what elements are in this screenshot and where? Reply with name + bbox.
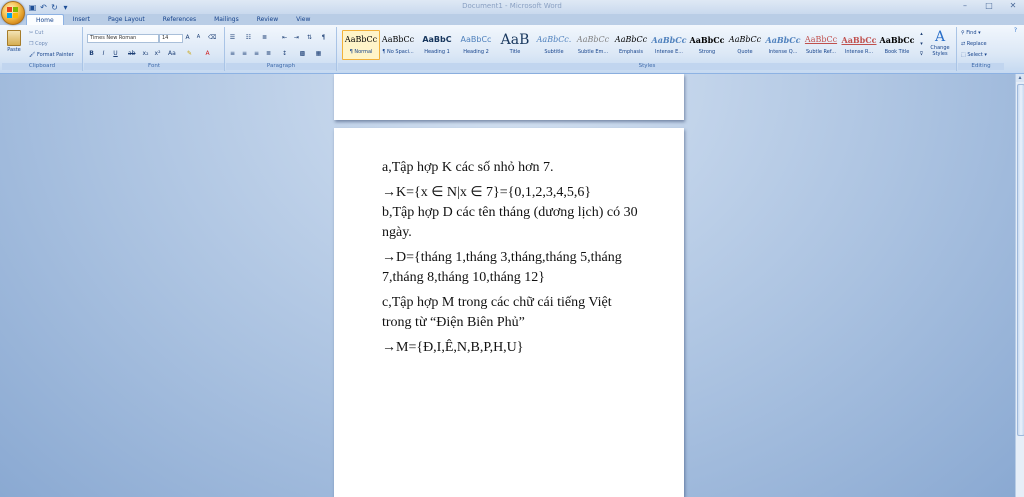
style-intense-quote[interactable]: AaBbCc Intense Q... (765, 31, 801, 59)
scroll-up-icon[interactable]: ▴ (1016, 74, 1024, 82)
style-heading-1[interactable]: AaBbC Heading 1 (419, 31, 455, 59)
paragraph-d-set: →D={tháng 1,tháng 3,tháng,tháng 5,tháng … (382, 250, 622, 285)
tab-insert[interactable]: Insert (64, 14, 99, 25)
clear-formatting-icon[interactable]: ⌫ (208, 34, 216, 41)
window-controls: – □ ✕ (960, 1, 1018, 11)
cut-button[interactable]: ✂ Cut (29, 30, 43, 36)
tab-references[interactable]: References (154, 14, 205, 25)
ribbon: Paste ✂ Cut ❐ Copy 🖌 Format Painter Clip… (0, 25, 1024, 74)
line-spacing-icon[interactable]: ↕ (281, 50, 288, 57)
style-quote[interactable]: AaBbCc Quote (727, 31, 763, 59)
tab-page-layout[interactable]: Page Layout (99, 14, 154, 25)
paragraph-k-set: →K={x ∈ N|x ∈ 7}={0,1,2,3,4,5,6} (382, 185, 592, 200)
select-button[interactable]: ⬚ Select ▾ (961, 52, 987, 58)
paragraph-b: b,Tập hợp D các tên tháng (dương lịch) c… (382, 205, 638, 240)
maximize-button[interactable]: □ (984, 1, 994, 11)
tab-review[interactable]: Review (248, 14, 287, 25)
paragraph-a: a,Tập hợp K các số nhỏ hơn 7. (382, 160, 554, 175)
paste-icon (7, 30, 21, 46)
superscript-icon[interactable]: x² (154, 50, 161, 57)
change-styles-icon: A (934, 29, 946, 45)
italic-icon[interactable]: I (100, 50, 107, 57)
change-styles-button[interactable]: A Change Styles (928, 29, 952, 61)
office-logo-icon (7, 7, 19, 19)
editing-group: ⚲ Find ▾ ⇄ Replace ⬚ Select ▾ Editing (958, 27, 1004, 71)
ribbon-tabs: Home Insert Page Layout References Maili… (26, 14, 319, 26)
copy-button[interactable]: ❐ Copy (29, 41, 48, 47)
style-emphasis[interactable]: AaBbCc Emphasis (613, 31, 649, 59)
style-normal[interactable]: AaBbCc ¶ Normal (342, 30, 380, 60)
ribbon-help-icon[interactable]: ? (1012, 27, 1019, 34)
style-heading-2[interactable]: AaBbCc Heading 2 (458, 31, 494, 59)
scrollbar-thumb[interactable] (1017, 84, 1024, 436)
bold-icon[interactable]: B (88, 50, 95, 57)
paragraph-group: ☰ ☷ ≣ ⇤ ⇥ ⇅ ¶ ≡ ≡ ≡ ≣ ↕ ▩ ▦ Paragraph (226, 27, 337, 71)
select-icon: ⬚ (961, 52, 966, 58)
decrease-indent-icon[interactable]: ⇤ (281, 34, 288, 41)
show-marks-icon[interactable]: ¶ (320, 34, 327, 41)
office-button[interactable] (1, 1, 25, 25)
replace-button[interactable]: ⇄ Replace (961, 41, 987, 47)
window-title: Document1 - Microsoft Word (462, 2, 562, 10)
underline-icon[interactable]: U (112, 50, 119, 57)
multilevel-list-icon[interactable]: ≣ (261, 34, 268, 41)
binoculars-icon: ⚲ (961, 30, 965, 36)
style-subtitle[interactable]: AaBbCc. Subtitle (536, 31, 572, 59)
quick-styles-gallery: AaBbCc ¶ Normal AaBbCc ¶ No Spaci... AaB… (342, 28, 920, 62)
editing-group-label: Editing (958, 63, 1004, 70)
font-size-combo[interactable]: 14 (159, 34, 183, 43)
bullets-icon[interactable]: ☰ (229, 34, 236, 41)
align-left-icon[interactable]: ≡ (229, 50, 236, 57)
document-body[interactable]: a,Tập hợp K các số nhỏ hơn 7. →K={x ∈ N|… (382, 158, 642, 363)
style-title[interactable]: AaB Title (497, 31, 533, 59)
justify-icon[interactable]: ≣ (265, 50, 272, 57)
clipboard-group-label: Clipboard (2, 63, 82, 70)
numbering-icon[interactable]: ☷ (245, 34, 252, 41)
tab-view[interactable]: View (287, 14, 319, 25)
paragraph-group-label: Paragraph (226, 63, 336, 70)
style-intense-reference[interactable]: AaBbCc Intense R... (841, 31, 877, 59)
font-group: Times New Roman 14 A A ⌫ B I U ab x₂ x² … (84, 27, 225, 71)
strikethrough-icon[interactable]: ab (128, 50, 136, 57)
title-bar: ▣ ↶ ↻ ▾ Document1 - Microsoft Word – □ ✕ (0, 0, 1024, 14)
style-no-spacing[interactable]: AaBbCc ¶ No Spaci... (380, 31, 416, 59)
font-name-combo[interactable]: Times New Roman (87, 34, 159, 43)
document-page-1 (334, 74, 684, 120)
increase-indent-icon[interactable]: ⇥ (293, 34, 300, 41)
styles-group-label: Styles (338, 63, 956, 70)
style-book-title[interactable]: AaBbCc Book Title (879, 31, 915, 59)
change-case-icon[interactable]: Aa (168, 50, 176, 57)
tab-mailings[interactable]: Mailings (205, 14, 248, 25)
align-center-icon[interactable]: ≡ (241, 50, 248, 57)
document-page-2[interactable]: a,Tập hợp K các số nhỏ hơn 7. →K={x ∈ N|… (334, 128, 684, 497)
paste-button[interactable]: Paste (6, 29, 22, 53)
paragraph-m-set: →M={Đ,I,Ê,N,B,P,H,U} (382, 340, 524, 355)
style-intense-emphasis[interactable]: AaBbCc Intense E... (651, 31, 687, 59)
format-painter-button[interactable]: 🖌 Format Painter (29, 52, 74, 58)
paragraph-c: c,Tập hợp M trong các chữ cái tiếng Việt… (382, 295, 612, 330)
style-strong[interactable]: AaBbCc Strong (689, 31, 725, 59)
shading-icon[interactable]: ▩ (299, 50, 306, 57)
style-subtle-reference[interactable]: AaBbCc Subtle Ref... (803, 31, 839, 59)
font-group-label: Font (84, 63, 224, 70)
borders-icon[interactable]: ▦ (315, 50, 322, 57)
align-right-icon[interactable]: ≡ (253, 50, 260, 57)
style-subtle-emphasis[interactable]: AaBbCc Subtle Em... (575, 31, 611, 59)
minimize-button[interactable]: – (960, 1, 970, 11)
shrink-font-icon[interactable]: A (195, 34, 202, 41)
sort-icon[interactable]: ⇅ (306, 34, 313, 41)
subscript-icon[interactable]: x₂ (142, 50, 149, 57)
replace-icon: ⇄ (961, 41, 966, 47)
grow-font-icon[interactable]: A (184, 34, 191, 41)
find-button[interactable]: ⚲ Find ▾ (961, 30, 981, 36)
font-color-icon[interactable]: A (204, 50, 211, 57)
highlight-icon[interactable]: ✎ (186, 50, 193, 57)
clipboard-group: Paste ✂ Cut ❐ Copy 🖌 Format Painter Clip… (2, 27, 83, 71)
close-button[interactable]: ✕ (1008, 1, 1018, 11)
vertical-scrollbar[interactable]: ▴ (1015, 74, 1024, 497)
